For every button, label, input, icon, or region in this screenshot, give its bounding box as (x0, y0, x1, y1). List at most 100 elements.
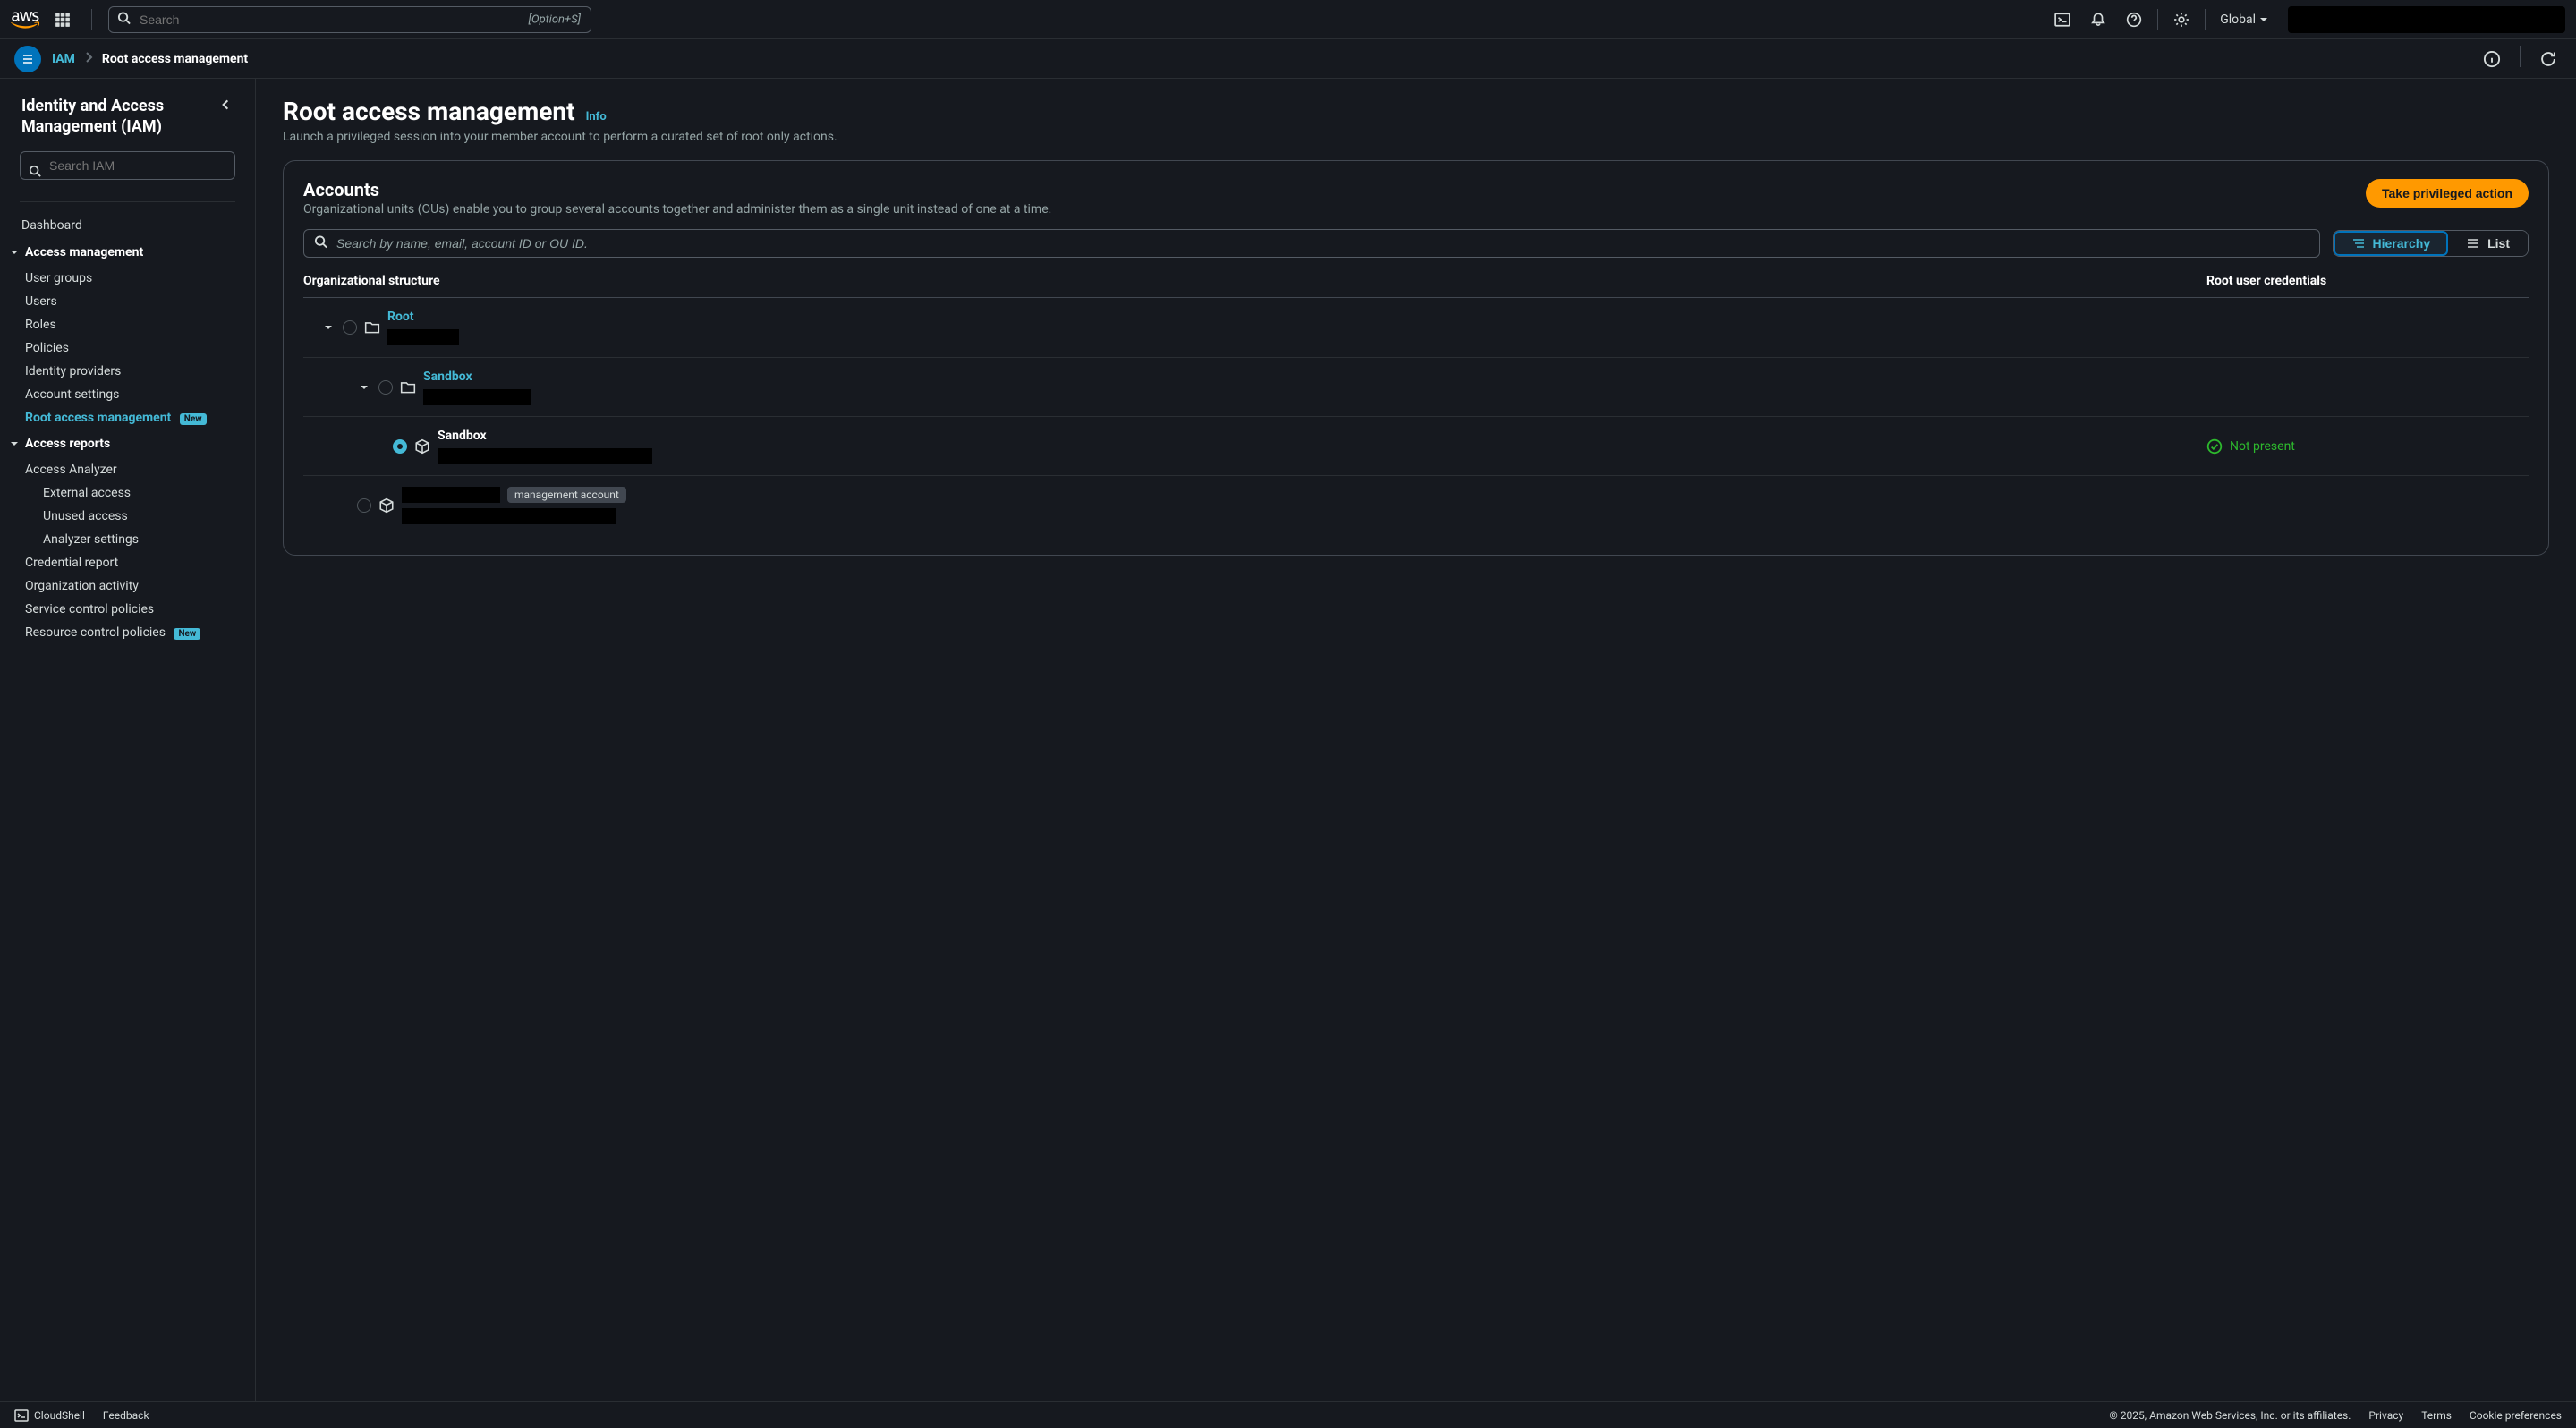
redacted-text (438, 448, 652, 464)
feedback-link[interactable]: Feedback (103, 1409, 149, 1422)
copyright-text: © 2025, Amazon Web Services, Inc. or its… (2109, 1409, 2351, 1422)
management-account-badge: management account (507, 487, 626, 503)
sidebar-item-identity-providers[interactable]: Identity providers (0, 360, 255, 383)
help-icon[interactable] (2116, 2, 2152, 38)
aws-logo[interactable] (11, 11, 39, 29)
tree-node-sandbox-ou-link[interactable]: Sandbox (423, 370, 531, 384)
topnav-actions: Global (2045, 2, 2565, 38)
global-search-input[interactable] (108, 6, 591, 33)
column-root-credentials: Root user credentials (2206, 274, 2529, 288)
sidebar-item-roles[interactable]: Roles (0, 313, 255, 336)
sidebar-section-access-management[interactable]: Access management (0, 238, 255, 267)
privacy-link[interactable]: Privacy (2368, 1409, 2403, 1422)
view-toggle: Hierarchy List (2333, 230, 2529, 257)
sidebar-item-policies[interactable]: Policies (0, 336, 255, 360)
breadcrumb-current: Root access management (102, 52, 248, 66)
sidebar-item-analyzer-settings[interactable]: Analyzer settings (0, 528, 255, 551)
notifications-icon[interactable] (2080, 2, 2116, 38)
sidebar-collapse-button[interactable] (217, 97, 234, 116)
divider (20, 201, 235, 202)
content: Root access management Info Launch a pri… (256, 79, 2576, 1401)
side-panel-toggle[interactable] (14, 46, 41, 72)
footer: CloudShell Feedback © 2025, Amazon Web S… (0, 1401, 2576, 1428)
divider (91, 9, 92, 30)
chevron-down-icon (2259, 15, 2268, 24)
view-hierarchy-button[interactable]: Hierarchy (2334, 231, 2449, 256)
sidebar-item-users[interactable]: Users (0, 290, 255, 313)
sidebar-item-root-access-management[interactable]: Root access management New (0, 406, 255, 429)
settings-icon[interactable] (2164, 2, 2199, 38)
radio[interactable] (393, 439, 407, 454)
page-description: Launch a privileged session into your me… (283, 130, 2549, 144)
new-badge: New (180, 413, 207, 425)
sidebar-search-input[interactable] (20, 151, 235, 180)
search-icon (314, 235, 327, 252)
divider (2520, 46, 2521, 67)
redacted-text (387, 329, 459, 345)
sidebar-section-label: Access reports (25, 437, 110, 451)
table-row: management account (303, 475, 2529, 535)
services-menu-button[interactable] (50, 7, 75, 32)
check-circle-icon (2206, 438, 2223, 455)
tree-toggle[interactable] (321, 320, 336, 335)
region-selector[interactable]: Global (2211, 13, 2277, 27)
search-icon (29, 165, 41, 181)
main-layout: Identity and Access Management (IAM) Das… (0, 79, 2576, 1401)
cookie-preferences-link[interactable]: Cookie preferences (2470, 1409, 2562, 1422)
sidebar-item-dashboard[interactable]: Dashboard (0, 213, 255, 238)
info-panel-icon[interactable] (2478, 46, 2505, 72)
list-icon (2466, 236, 2480, 251)
tree-toggle[interactable] (357, 380, 371, 395)
sidebar-item-access-analyzer[interactable]: Access Analyzer (0, 458, 255, 481)
redacted-text (402, 508, 616, 524)
column-org-structure: Organizational structure (303, 274, 2206, 288)
sidebar-section-access-reports[interactable]: Access reports (0, 429, 255, 458)
table-row: Root (303, 298, 2529, 357)
sidebar-item-account-settings[interactable]: Account settings (0, 383, 255, 406)
sidebar-item-label: Root access management (25, 411, 171, 425)
radio (357, 498, 371, 513)
view-list-button[interactable]: List (2448, 231, 2528, 256)
sidebar-item-organization-activity[interactable]: Organization activity (0, 574, 255, 598)
panel-description: Organizational units (OUs) enable you to… (303, 202, 1051, 217)
table-header: Organizational structure Root user crede… (303, 274, 2529, 298)
sidebar-item-resource-control-policies[interactable]: Resource control policies New (0, 621, 255, 644)
breadcrumb-service-link[interactable]: IAM (52, 52, 75, 66)
hierarchy-icon (2351, 236, 2366, 251)
accounts-search (303, 229, 2320, 258)
search-icon (117, 11, 131, 28)
sidebar: Identity and Access Management (IAM) Das… (0, 79, 256, 1401)
info-link[interactable]: Info (586, 110, 607, 123)
terms-link[interactable]: Terms (2421, 1409, 2452, 1422)
top-nav: [Option+S] Global (0, 0, 2576, 39)
credentials-status: Not present (2206, 438, 2529, 455)
accounts-search-input[interactable] (303, 229, 2320, 258)
new-badge: New (174, 628, 200, 640)
sidebar-item-unused-access[interactable]: Unused access (0, 505, 255, 528)
refresh-icon[interactable] (2535, 46, 2562, 72)
sidebar-item-external-access[interactable]: External access (0, 481, 255, 505)
breadcrumb-bar: IAM Root access management (0, 39, 2576, 79)
cloudshell-button[interactable]: CloudShell (14, 1408, 85, 1423)
breadcrumb: IAM Root access management (52, 52, 248, 66)
sidebar-item-service-control-policies[interactable]: Service control policies (0, 598, 255, 621)
global-search: [Option+S] (108, 6, 591, 33)
org-tree: Root Sandbox (303, 298, 2529, 535)
tree-node-root-link[interactable]: Root (387, 310, 459, 324)
caret-down-icon (7, 248, 21, 257)
sidebar-item-user-groups[interactable]: User groups (0, 267, 255, 290)
region-label: Global (2220, 13, 2256, 27)
take-privileged-action-button[interactable]: Take privileged action (2366, 179, 2529, 208)
accounts-panel: Accounts Organizational units (OUs) enab… (283, 160, 2549, 556)
account-menu[interactable] (2288, 6, 2565, 33)
radio (343, 320, 357, 335)
divider (2205, 9, 2206, 30)
folder-icon (400, 379, 416, 395)
chevron-right-icon (84, 52, 93, 66)
redacted-text (423, 389, 531, 405)
panel-title: Accounts (303, 179, 1051, 200)
sidebar-item-label: Resource control policies (25, 625, 166, 640)
sidebar-item-credential-report[interactable]: Credential report (0, 551, 255, 574)
cloudshell-label: CloudShell (34, 1409, 85, 1422)
cloudshell-icon[interactable] (2045, 2, 2080, 38)
